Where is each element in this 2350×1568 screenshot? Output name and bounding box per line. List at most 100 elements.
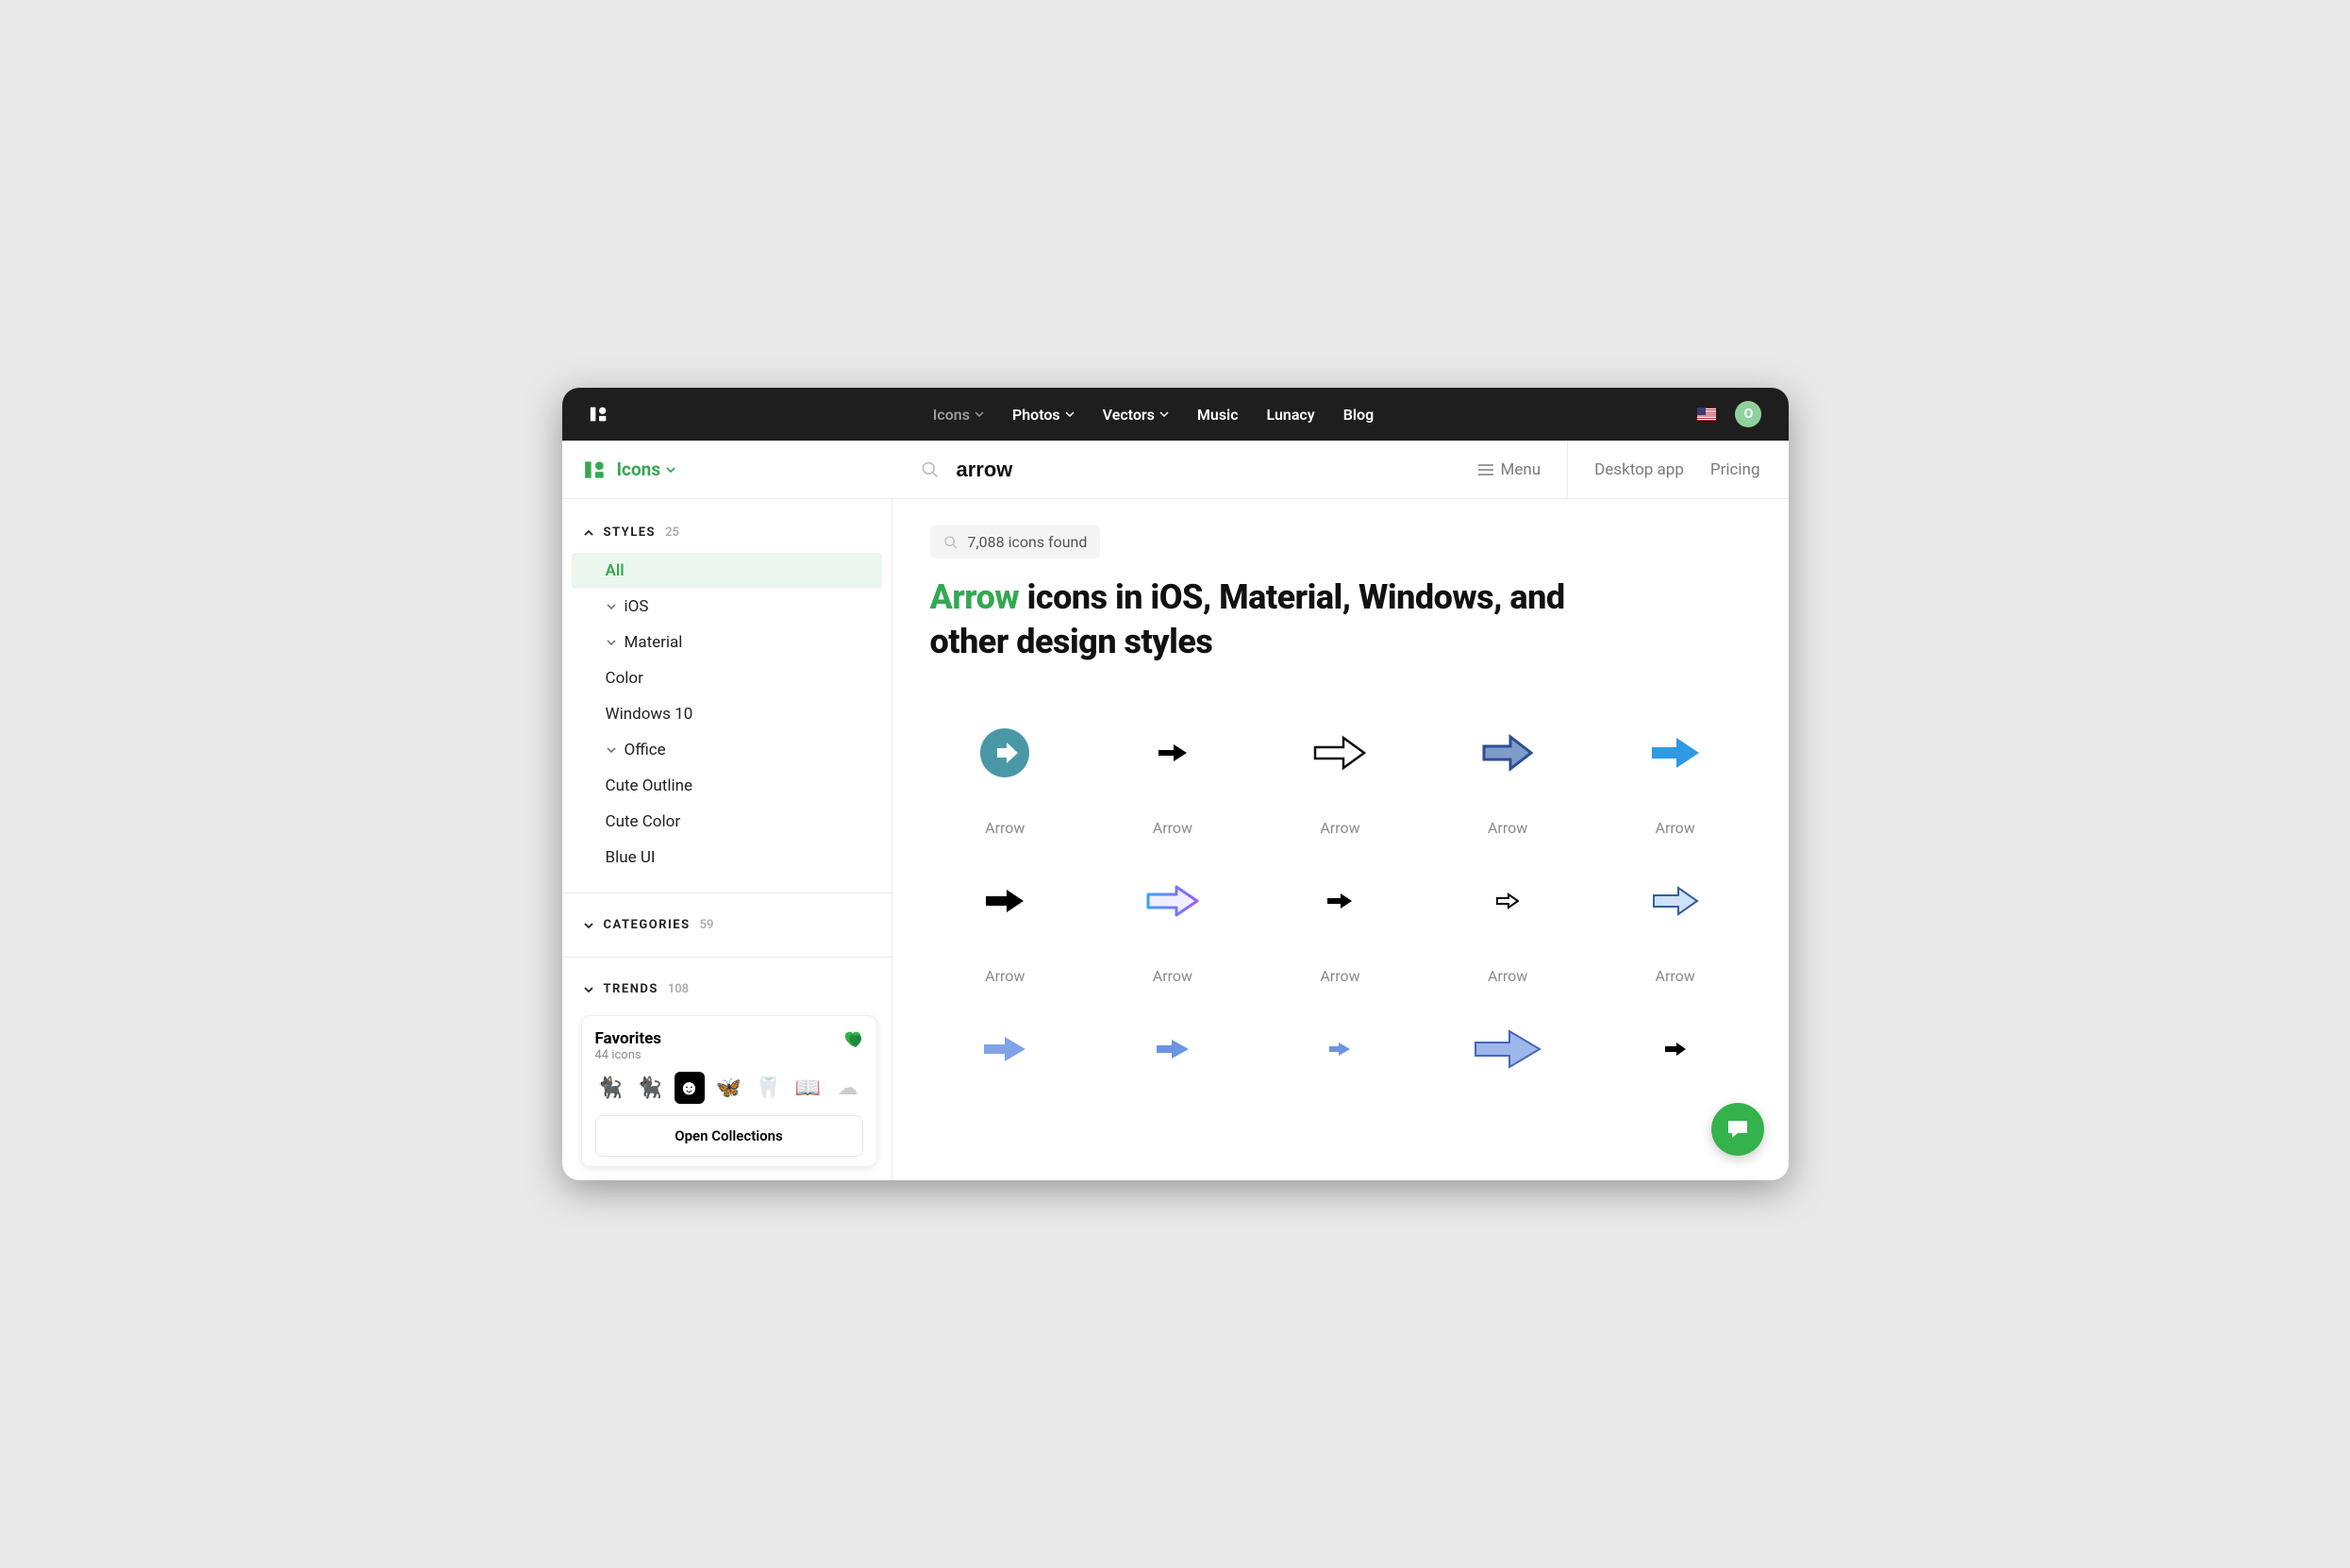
icon-tile[interactable]: Arrow [930, 706, 1081, 837]
icon-tile[interactable] [1600, 1002, 1751, 1096]
style-item-all[interactable]: All [572, 553, 882, 589]
nav-blog-label: Blog [1343, 406, 1374, 424]
chevron-down-icon [975, 409, 984, 419]
icon-tile[interactable] [1265, 1002, 1416, 1096]
pricing-link[interactable]: Pricing [1710, 460, 1760, 479]
locale-flag-icon[interactable] [1697, 408, 1716, 421]
icon-tile[interactable]: Arrow [1265, 854, 1416, 985]
fav-icon-camera[interactable]: ☻ [675, 1072, 705, 1104]
icon-tile[interactable]: Arrow [1432, 706, 1583, 837]
sidebar: STYLES 25 All iOS Material Color [562, 499, 892, 1180]
avatar-initial: O [1744, 407, 1754, 422]
icon-tile[interactable]: Arrow [1097, 854, 1248, 985]
icon-tile[interactable] [930, 1002, 1081, 1096]
categories-section-head[interactable]: CATEGORIES 59 [562, 909, 892, 942]
nav-lunacy[interactable]: Lunacy [1267, 406, 1315, 424]
section-switcher-label: Icons [617, 459, 661, 480]
arrow-gradient-outline-icon [1107, 854, 1239, 948]
heart-icon[interactable] [842, 1029, 863, 1048]
nav-photos-label: Photos [1012, 406, 1060, 424]
page-title: Arrow icons in iOS, Material, Windows, a… [930, 575, 1572, 664]
open-collections-label: Open Collections [675, 1127, 782, 1144]
fav-icon-cloud[interactable]: ☁︎ [833, 1072, 863, 1104]
style-item-blue-ui[interactable]: Blue UI [562, 840, 892, 876]
icon-tile[interactable] [1432, 1002, 1583, 1096]
icon-tile[interactable]: Arrow [1265, 706, 1416, 837]
icon-tile[interactable] [1097, 1002, 1248, 1096]
tile-label: Arrow [1320, 967, 1359, 985]
arrow-black-small-icon [1107, 706, 1239, 800]
nav-music[interactable]: Music [1197, 406, 1239, 424]
fav-icon-cat2[interactable]: 🐈‍⬛ [635, 1072, 665, 1104]
nav-vectors-label: Vectors [1103, 406, 1155, 424]
style-item-label: Color [606, 669, 643, 688]
style-item-label: iOS [625, 597, 649, 616]
style-item-label: Cute Outline [606, 776, 693, 795]
icon-tile[interactable]: Arrow [1600, 854, 1751, 985]
tile-label: Arrow [1656, 819, 1695, 837]
trends-section-head[interactable]: TRENDS 108 [562, 973, 892, 1006]
style-item-office[interactable]: Office [562, 732, 892, 768]
tile-label: Arrow [985, 967, 1025, 985]
nav-icons[interactable]: Icons [933, 406, 984, 424]
trends-label: TRENDS [604, 982, 658, 996]
style-item-color[interactable]: Color [562, 660, 892, 696]
nav-photos[interactable]: Photos [1012, 406, 1075, 424]
style-item-windows10[interactable]: Windows 10 [562, 696, 892, 732]
arrow-outline-small-icon [1442, 854, 1574, 948]
menu-button[interactable]: Menu [1478, 460, 1542, 479]
arrow-lightblue-outline-icon [1609, 854, 1742, 948]
style-item-cute-outline[interactable]: Cute Outline [562, 768, 892, 804]
favorites-panel: Favorites 44 icons 🐈‍⬛ 🐈‍⬛ ☻ 🦋 🦷 📖 ☁ [581, 1015, 877, 1167]
chevron-down-icon [1159, 409, 1169, 419]
fav-icon-tooth[interactable]: 🦷 [754, 1072, 784, 1104]
style-item-label: Office [625, 741, 666, 759]
tile-label: Arrow [1488, 819, 1527, 837]
style-item-material[interactable]: Material [562, 625, 892, 660]
nav-vectors[interactable]: Vectors [1103, 406, 1169, 424]
arrow-blue-med-icon [939, 1002, 1071, 1096]
divider [1567, 441, 1568, 499]
open-collections-button[interactable]: Open Collections [595, 1115, 863, 1157]
content: 7,088 icons found Arrow icons in iOS, Ma… [892, 499, 1789, 1180]
search-icon [943, 535, 958, 550]
fav-icon-book[interactable]: 📖 [793, 1072, 824, 1104]
user-avatar[interactable]: O [1735, 401, 1761, 427]
arrow-blue-flat-icon [1609, 706, 1742, 800]
desktop-app-label: Desktop app [1594, 460, 1684, 479]
brand-green-logo-icon[interactable] [583, 458, 608, 482]
style-item-label: All [606, 561, 625, 580]
nav-music-label: Music [1197, 406, 1239, 424]
trends-section: TRENDS 108 [562, 958, 892, 1021]
style-item-label: Blue UI [606, 848, 656, 867]
search-input[interactable] [957, 458, 1478, 482]
section-switcher[interactable]: Icons [617, 459, 676, 480]
chat-fab[interactable] [1711, 1103, 1764, 1156]
styles-label: STYLES [604, 525, 657, 540]
fav-icon-butterfly[interactable]: 🦋 [714, 1072, 744, 1104]
results-count-text: 7,088 icons found [968, 533, 1088, 551]
icon-tile[interactable]: Arrow [1097, 706, 1248, 837]
icon-tile[interactable]: Arrow [1600, 706, 1751, 837]
top-nav: Icons Photos Vectors Music Lunacy Blog [933, 406, 1374, 424]
categories-section: CATEGORIES 59 [562, 893, 892, 958]
style-item-ios[interactable]: iOS [562, 589, 892, 625]
icon-tile[interactable]: Arrow [1432, 854, 1583, 985]
nav-blog[interactable]: Blog [1343, 406, 1374, 424]
topbar: Icons Photos Vectors Music Lunacy Blog [562, 388, 1789, 441]
app-window: Icons Photos Vectors Music Lunacy Blog [562, 388, 1789, 1180]
styles-count: 25 [665, 525, 679, 540]
icon-tile[interactable]: Arrow [930, 854, 1081, 985]
secondbar-left: Icons [562, 458, 892, 482]
fav-icon-cat[interactable]: 🐈‍⬛ [595, 1072, 625, 1104]
favorites-head: Favorites 44 icons [595, 1029, 863, 1062]
styles-list: All iOS Material Color Windows 10 [562, 549, 892, 893]
chevron-down-icon [583, 984, 594, 995]
styles-section-head[interactable]: STYLES 25 [562, 516, 892, 549]
tile-label: Arrow [1153, 819, 1192, 837]
nav-lunacy-label: Lunacy [1267, 406, 1315, 424]
style-item-cute-color[interactable]: Cute Color [562, 804, 892, 840]
brand-logo-icon[interactable] [589, 404, 609, 425]
hamburger-icon [1478, 463, 1493, 476]
desktop-app-link[interactable]: Desktop app [1594, 460, 1684, 479]
